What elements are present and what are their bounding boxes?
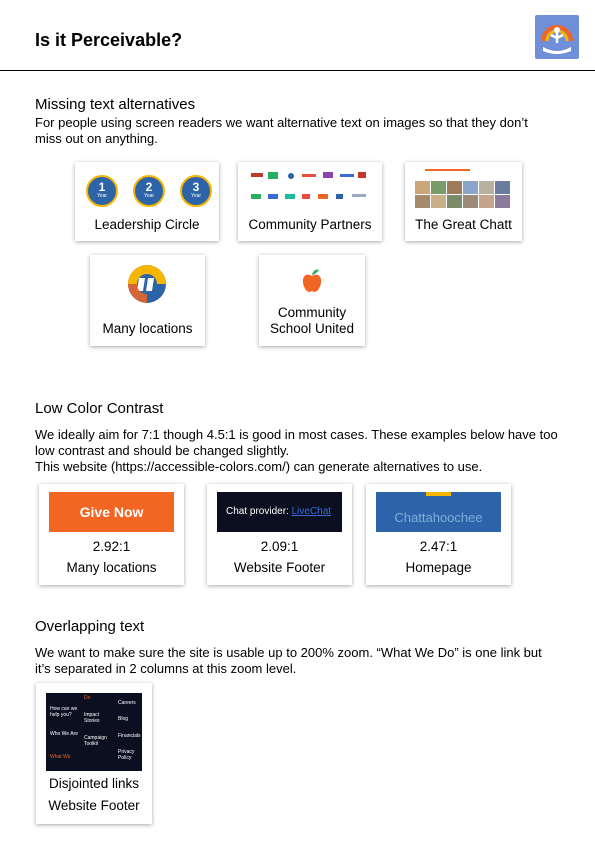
card-label: Website Footer (233, 560, 326, 575)
page-title: Is it Perceivable? (35, 30, 183, 50)
apple-icon (301, 268, 323, 294)
give-now-sample-button: Give Now (49, 492, 174, 532)
year-2-badge-icon: 2 Year (133, 175, 165, 207)
missing-text-description: For people using screen readers we want … (35, 115, 528, 146)
contrast-ratio: 2.92:1 (92, 539, 131, 554)
footer-link-impact: Impact Stories (84, 712, 100, 724)
footer-link-what-we: What We (50, 754, 71, 760)
chattahoochee-sample: Chattahoochee (376, 492, 501, 532)
footer-link-how-can: How can we help you? (50, 706, 78, 718)
many-locations-card: Many locations (90, 255, 205, 346)
overlap-heading: Overlapping text (35, 618, 145, 635)
partner-logos-image (248, 168, 372, 206)
footer-link-blog: Blog (118, 716, 129, 722)
missing-text-heading: Missing text alternatives (35, 96, 196, 113)
year-1-badge-icon: 1 Year (86, 175, 118, 207)
contrast-card-footer: Chat provider: LiveChat 2.09:1 Website F… (207, 484, 352, 585)
footer-link-privacy: Privacy Policy (118, 749, 135, 761)
leadership-circle-card: 1 Year 2 Year 3 Year Leadership Circle (75, 162, 219, 241)
great-chatt-card: The Great Chatt (405, 162, 522, 241)
card-label: Leadership Circle (94, 217, 200, 232)
accent-bar (426, 492, 451, 496)
year-3-badge-icon: 3 Year (180, 175, 212, 207)
contrast-description: We ideally aim for 7:1 though 4.5:1 is g… (35, 427, 558, 458)
contrast-card-homepage: Chattahoochee 2.47:1 Homepage (366, 484, 511, 585)
livechat-link[interactable]: LiveChat (292, 506, 331, 517)
card-label: Homepage (405, 560, 472, 575)
card-label: Many locations (66, 560, 157, 575)
contrast-heading: Low Color Contrast (35, 400, 164, 417)
card-label-line1: Disjointed links (48, 776, 140, 791)
chat-provider-sample: Chat provider: LiveChat (217, 492, 342, 532)
overlap-description: We want to make sure the site is usable … (35, 645, 542, 676)
community-partners-card: Community Partners (238, 162, 382, 241)
card-label: Many locations (102, 321, 193, 336)
contrast-card-give-now: Give Now 2.92:1 Many locations (39, 484, 184, 585)
card-label-line2: Website Footer (48, 798, 140, 813)
card-label-line1: Community (277, 305, 347, 320)
card-label: The Great Chatt (415, 217, 512, 232)
contrast-ratio: 2.47:1 (419, 539, 458, 554)
header-divider (0, 70, 595, 71)
footer-link-financials: Financials (118, 733, 141, 739)
footer-link-who-we-are: Who We Are (50, 731, 78, 737)
group-photos-image (415, 168, 512, 208)
footer-link-do: Do (84, 695, 91, 701)
disjointed-links-card: How can we help you? Who We Are What We … (36, 683, 152, 824)
footer-link-campaign: Campaign Toolkit (84, 735, 107, 747)
footer-screenshot: How can we help you? Who We Are What We … (46, 693, 142, 771)
contrast-ratio: 2.09:1 (260, 539, 299, 554)
footer-link-careers: Careers (118, 700, 136, 706)
card-label: Community Partners (248, 217, 372, 232)
community-school-card: Community School United (259, 255, 365, 346)
united-way-logo-icon (535, 15, 579, 59)
contrast-tool-note: This website (https://accessible-colors.… (35, 459, 483, 474)
card-label-line2: School United (269, 321, 355, 336)
quote-icon (127, 264, 167, 304)
